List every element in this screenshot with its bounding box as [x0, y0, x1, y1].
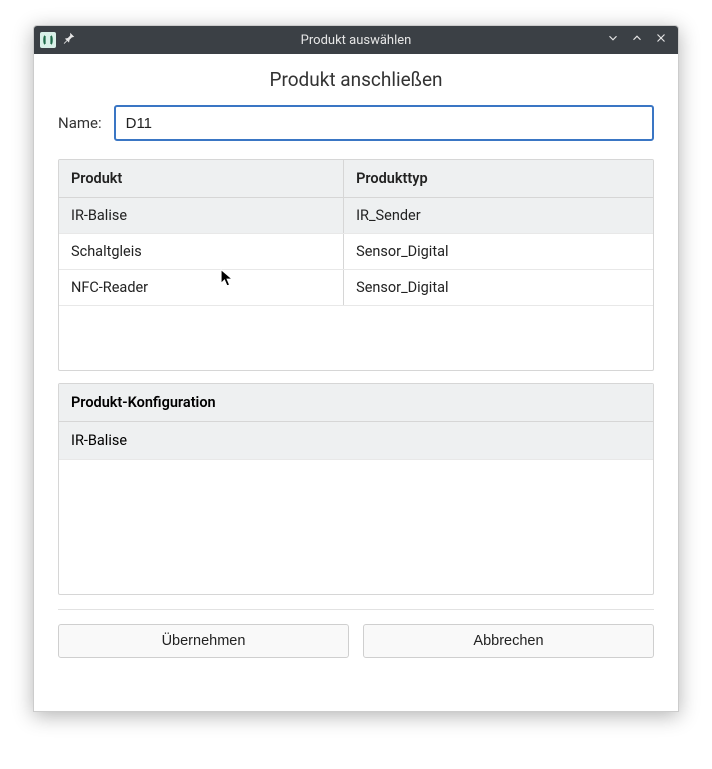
- cell-type: Sensor_Digital: [344, 270, 653, 305]
- apply-button[interactable]: Übernehmen: [58, 624, 349, 658]
- table-row[interactable]: IR-BaliseIR_Sender: [59, 198, 653, 234]
- pin-icon[interactable]: [62, 31, 76, 49]
- app-icon: [40, 32, 56, 48]
- divider: [58, 609, 654, 610]
- name-label: Name:: [58, 114, 102, 132]
- button-row: Übernehmen Abbrechen: [58, 624, 654, 658]
- column-header-type[interactable]: Produkttyp: [344, 160, 653, 197]
- titlebar-controls: [606, 31, 678, 49]
- dialog-heading: Produkt anschließen: [58, 68, 654, 91]
- config-panel: Produkt-Konfiguration IR-Balise: [58, 383, 654, 595]
- name-row: Name:: [58, 105, 654, 141]
- table-row[interactable]: NFC-ReaderSensor_Digital: [59, 270, 653, 306]
- config-header: Produkt-Konfiguration: [59, 384, 653, 422]
- minimize-icon[interactable]: [606, 31, 620, 49]
- titlebar: Produkt auswählen: [34, 26, 678, 54]
- column-header-product[interactable]: Produkt: [59, 160, 344, 197]
- config-selected-row[interactable]: IR-Balise: [59, 422, 653, 460]
- table-header: Produkt Produkttyp: [59, 160, 653, 198]
- cell-product: Schaltgleis: [59, 234, 344, 269]
- titlebar-left: [34, 31, 76, 49]
- table-row[interactable]: SchaltgleisSensor_Digital: [59, 234, 653, 270]
- name-input[interactable]: [114, 105, 654, 141]
- cell-type: IR_Sender: [344, 198, 653, 233]
- cancel-button[interactable]: Abbrechen: [363, 624, 654, 658]
- window-title: Produkt auswählen: [34, 33, 678, 48]
- cell-product: IR-Balise: [59, 198, 344, 233]
- dialog-content: Produkt anschließen Name: Produkt Produk…: [34, 54, 678, 711]
- close-icon[interactable]: [654, 31, 668, 49]
- maximize-icon[interactable]: [630, 31, 644, 49]
- dialog-window: Produkt auswählen Produkt anschließen Na…: [33, 25, 679, 712]
- product-table: Produkt Produkttyp IR-BaliseIR_SenderSch…: [58, 159, 654, 371]
- table-body: IR-BaliseIR_SenderSchaltgleisSensor_Digi…: [59, 198, 653, 370]
- cell-type: Sensor_Digital: [344, 234, 653, 269]
- cell-product: NFC-Reader: [59, 270, 344, 305]
